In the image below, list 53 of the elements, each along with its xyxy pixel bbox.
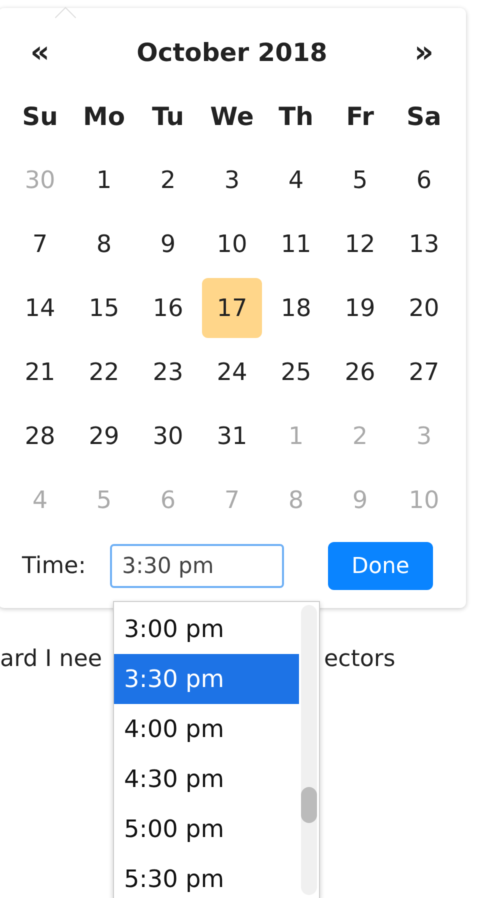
time-option[interactable]: 3:30 pm (114, 654, 299, 704)
day-cell[interactable]: 27 (394, 342, 454, 402)
time-option[interactable]: 3:00 pm (114, 604, 299, 654)
day-cell[interactable]: 14 (10, 278, 70, 338)
weekday-label: Sa (406, 102, 442, 130)
day-cell[interactable]: 26 (330, 342, 390, 402)
day-cell[interactable]: 23 (138, 342, 198, 402)
day-cell[interactable]: 12 (330, 214, 390, 274)
day-cell[interactable]: 8 (74, 214, 134, 274)
day-cell[interactable]: 22 (74, 342, 134, 402)
day-cell[interactable]: 31 (202, 406, 262, 466)
day-cell[interactable]: 6 (394, 150, 454, 210)
scrollbar-thumb[interactable] (301, 787, 317, 823)
day-cell[interactable]: 4 (266, 150, 326, 210)
next-month-button[interactable]: » (408, 34, 440, 70)
time-option[interactable]: 4:00 pm (114, 704, 299, 754)
done-button[interactable]: Done (328, 542, 433, 590)
time-option[interactable]: 5:00 pm (114, 804, 299, 854)
weekday-label: Fr (346, 102, 374, 130)
day-cell[interactable]: 10 (202, 214, 262, 274)
day-cell[interactable]: 16 (138, 278, 198, 338)
time-option[interactable]: 5:30 pm (114, 854, 299, 898)
weekday-label: Su (22, 102, 58, 130)
day-cell[interactable]: 20 (394, 278, 454, 338)
day-cell[interactable]: 18 (266, 278, 326, 338)
day-cell[interactable]: 21 (10, 342, 70, 402)
day-cell[interactable]: 30 (138, 406, 198, 466)
day-cell[interactable]: 17 (202, 278, 262, 338)
weekday-label: We (210, 102, 254, 130)
day-cell[interactable]: 15 (74, 278, 134, 338)
body-text: ectors (324, 646, 396, 672)
time-option[interactable]: 4:30 pm (114, 754, 299, 804)
body-text: ard I nee (0, 646, 102, 672)
weekday-label: Tu (152, 102, 184, 130)
day-cell[interactable]: 29 (74, 406, 134, 466)
day-cell[interactable]: 1 (74, 150, 134, 210)
day-cell[interactable]: 25 (266, 342, 326, 402)
day-cell[interactable]: 7 (10, 214, 70, 274)
weekday-label: Th (278, 102, 314, 130)
day-cell[interactable]: 9 (138, 214, 198, 274)
previous-month-button[interactable]: « (24, 34, 56, 70)
day-cell[interactable]: 5 (330, 150, 390, 210)
day-cell[interactable]: 2 (138, 150, 198, 210)
day-cell[interactable]: 11 (266, 214, 326, 274)
day-cell[interactable]: 24 (202, 342, 262, 402)
day-cell[interactable]: 13 (394, 214, 454, 274)
day-cell[interactable]: 3 (202, 150, 262, 210)
month-title: October 2018 (136, 38, 328, 66)
day-cell[interactable]: 28 (10, 406, 70, 466)
time-label: Time: (22, 553, 88, 579)
day-cell[interactable]: 19 (330, 278, 390, 338)
weekday-label: Mo (82, 102, 126, 130)
time-input-field[interactable]: 3:30 pm (110, 544, 284, 588)
